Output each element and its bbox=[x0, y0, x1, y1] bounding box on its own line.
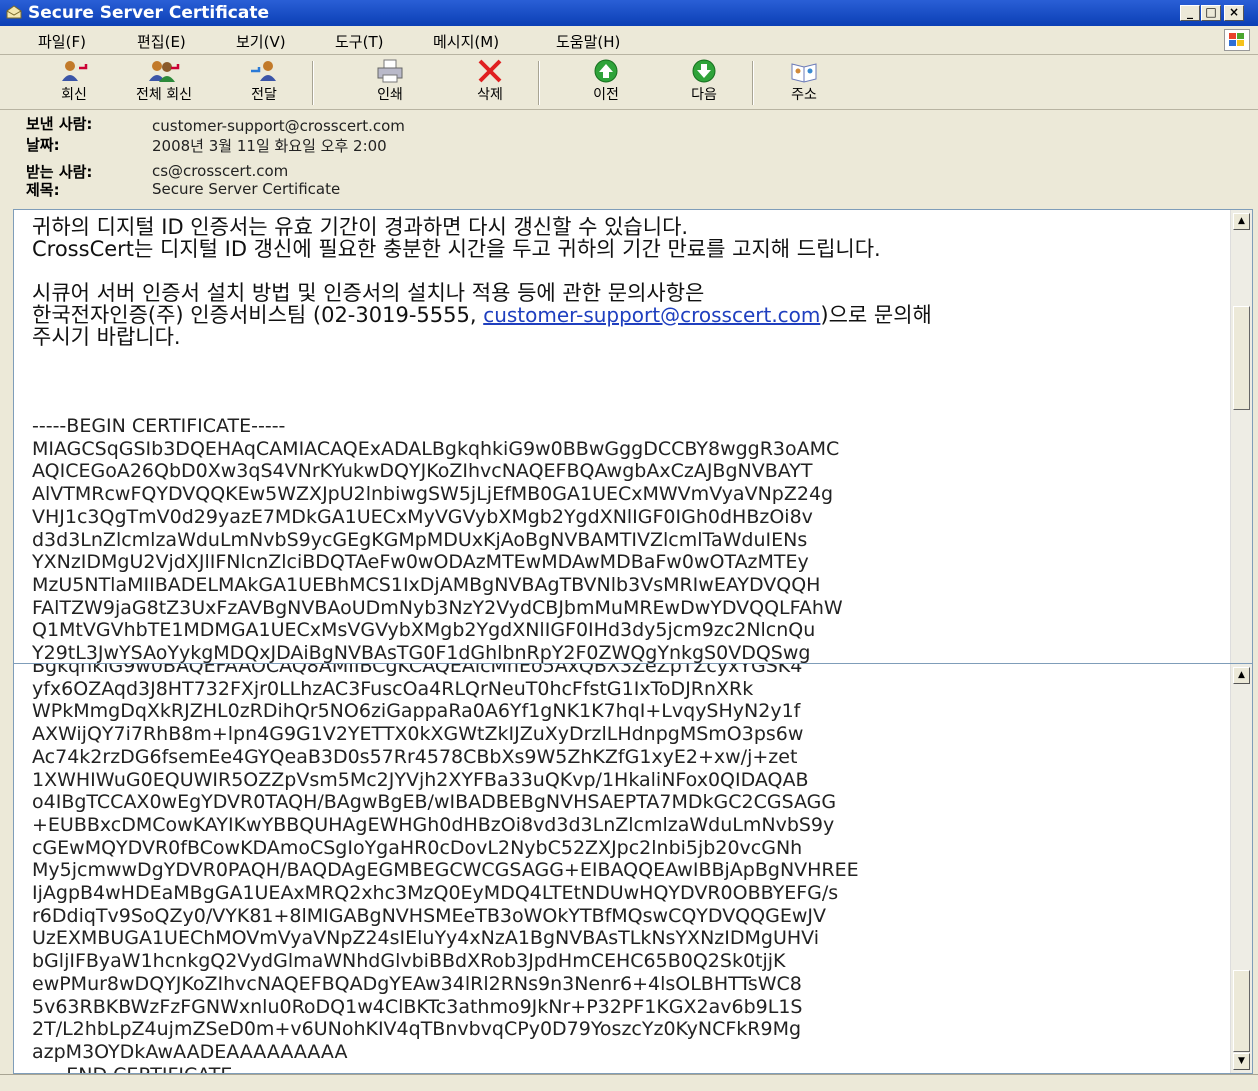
next-button[interactable]: 다음 bbox=[668, 59, 740, 107]
reply-all-icon bbox=[149, 61, 180, 82]
subject-value: Secure Server Certificate bbox=[152, 180, 341, 198]
message-line: 시큐어 서버 인증서 설치 방법 및 인증서의 설치나 적용 등에 관한 문의사… bbox=[32, 281, 705, 305]
message-line: 한국전자인증(주) 인증서비스팀 (02-3019-5555, bbox=[32, 303, 484, 327]
window-title: Secure Server Certificate bbox=[28, 3, 270, 23]
menu-bar: 파일(F) 편집(E) 보기(V) 도구(T) 메시지(M) 도움말(H) bbox=[0, 26, 1258, 55]
menu-message[interactable]: 메시지(M) bbox=[433, 31, 499, 52]
addresses-button[interactable]: 주소 bbox=[768, 59, 840, 107]
message-line: 주시기 바랍니다. bbox=[32, 325, 181, 349]
reply-all-button[interactable]: 전체 회신 bbox=[128, 59, 200, 107]
cert-end-marker: -----END CERTIFICATE----- bbox=[32, 1064, 267, 1073]
message-line: CrossCert는 디지털 ID 갱신에 필요한 충분한 시간을 두고 귀하의… bbox=[32, 237, 881, 261]
subject-label: 제목: bbox=[26, 181, 60, 199]
from-value: customer-support@crosscert.com bbox=[152, 117, 405, 135]
arrow-up-icon bbox=[594, 59, 618, 83]
menu-file[interactable]: 파일(F) bbox=[38, 31, 86, 52]
delete-icon bbox=[478, 59, 502, 83]
scrollbar-bottom[interactable]: ▲ ▼ bbox=[1230, 664, 1252, 1073]
message-body-pane[interactable]: 귀하의 디지털 ID 인증서는 유효 기간이 경과하면 다시 갱신할 수 있습니… bbox=[13, 209, 1253, 664]
scroll-up-icon[interactable]: ▲ bbox=[1233, 213, 1250, 230]
forward-button[interactable]: 전달 bbox=[228, 59, 300, 107]
print-button[interactable]: 인쇄 bbox=[354, 59, 426, 107]
arrow-down-icon bbox=[692, 59, 716, 83]
message-body: 귀하의 디지털 ID 인증서는 유효 기간이 경과하면 다시 갱신할 수 있습니… bbox=[32, 215, 1222, 664]
delete-button[interactable]: 삭제 bbox=[454, 59, 526, 107]
reply-button[interactable]: 회신 bbox=[38, 59, 110, 107]
windows-logo-icon bbox=[1224, 29, 1250, 51]
scroll-up-icon[interactable]: ▲ bbox=[1233, 667, 1250, 684]
date-value: 2008년 3월 11일 화요일 오후 2:00 bbox=[152, 137, 387, 155]
reply-icon bbox=[62, 61, 88, 81]
previous-button[interactable]: 이전 bbox=[570, 59, 642, 107]
certificate-text-top: MIAGCSqGSIb3DQEHAqCAMIACAQExADALBgkqhkiG… bbox=[32, 437, 843, 664]
message-header: 보낸 사람: customer-support@crosscert.com 날짜… bbox=[0, 110, 1258, 208]
to-value: cs@crosscert.com bbox=[152, 162, 289, 180]
scroll-thumb[interactable] bbox=[1233, 970, 1250, 1052]
envelope-icon bbox=[6, 5, 22, 19]
certificate-body: BgkqhkiG9w0BAQEFAAOCAQ8AMIIBCgKCAQEAlcMh… bbox=[32, 663, 1222, 1073]
certificate-text-bottom: BgkqhkiG9w0BAQEFAAOCAQ8AMIIBCgKCAQEAlcMh… bbox=[32, 663, 859, 1063]
address-book-icon bbox=[791, 63, 817, 83]
close-button[interactable]: × bbox=[1224, 5, 1244, 21]
certificate-pane[interactable]: BgkqhkiG9w0BAQEFAAOCAQ8AMIIBCgKCAQEAlcMh… bbox=[13, 663, 1253, 1074]
menu-view[interactable]: 보기(V) bbox=[236, 31, 286, 52]
toolbar: 회신 전체 회신 전달 인쇄 삭제 이전 다음 주소 bbox=[0, 55, 1258, 110]
maximize-button[interactable]: □ bbox=[1201, 5, 1221, 21]
forward-icon bbox=[251, 61, 276, 81]
toolbar-separator bbox=[752, 61, 754, 105]
toolbar-separator bbox=[312, 61, 314, 105]
scroll-down-icon[interactable]: ▼ bbox=[1233, 1053, 1250, 1070]
support-email-link[interactable]: customer-support@crosscert.com bbox=[483, 303, 820, 327]
scroll-thumb[interactable] bbox=[1233, 306, 1250, 410]
status-bar bbox=[0, 1074, 1258, 1091]
date-label: 날짜: bbox=[26, 136, 60, 154]
message-line: )으로 문의해 bbox=[820, 303, 932, 327]
from-label: 보낸 사람: bbox=[26, 115, 93, 133]
title-bar[interactable]: Secure Server Certificate _ □ × bbox=[0, 0, 1258, 26]
printer-icon bbox=[377, 59, 403, 83]
menu-edit[interactable]: 편집(E) bbox=[137, 31, 186, 52]
cert-begin-marker: -----BEGIN CERTIFICATE----- bbox=[32, 415, 286, 437]
scrollbar-top[interactable]: ▲ bbox=[1230, 210, 1252, 663]
message-line: 귀하의 디지털 ID 인증서는 유효 기간이 경과하면 다시 갱신할 수 있습니… bbox=[32, 215, 689, 239]
menu-tools[interactable]: 도구(T) bbox=[335, 31, 383, 52]
menu-help[interactable]: 도움말(H) bbox=[556, 31, 620, 52]
toolbar-separator bbox=[538, 61, 540, 105]
minimize-button[interactable]: _ bbox=[1180, 5, 1200, 21]
